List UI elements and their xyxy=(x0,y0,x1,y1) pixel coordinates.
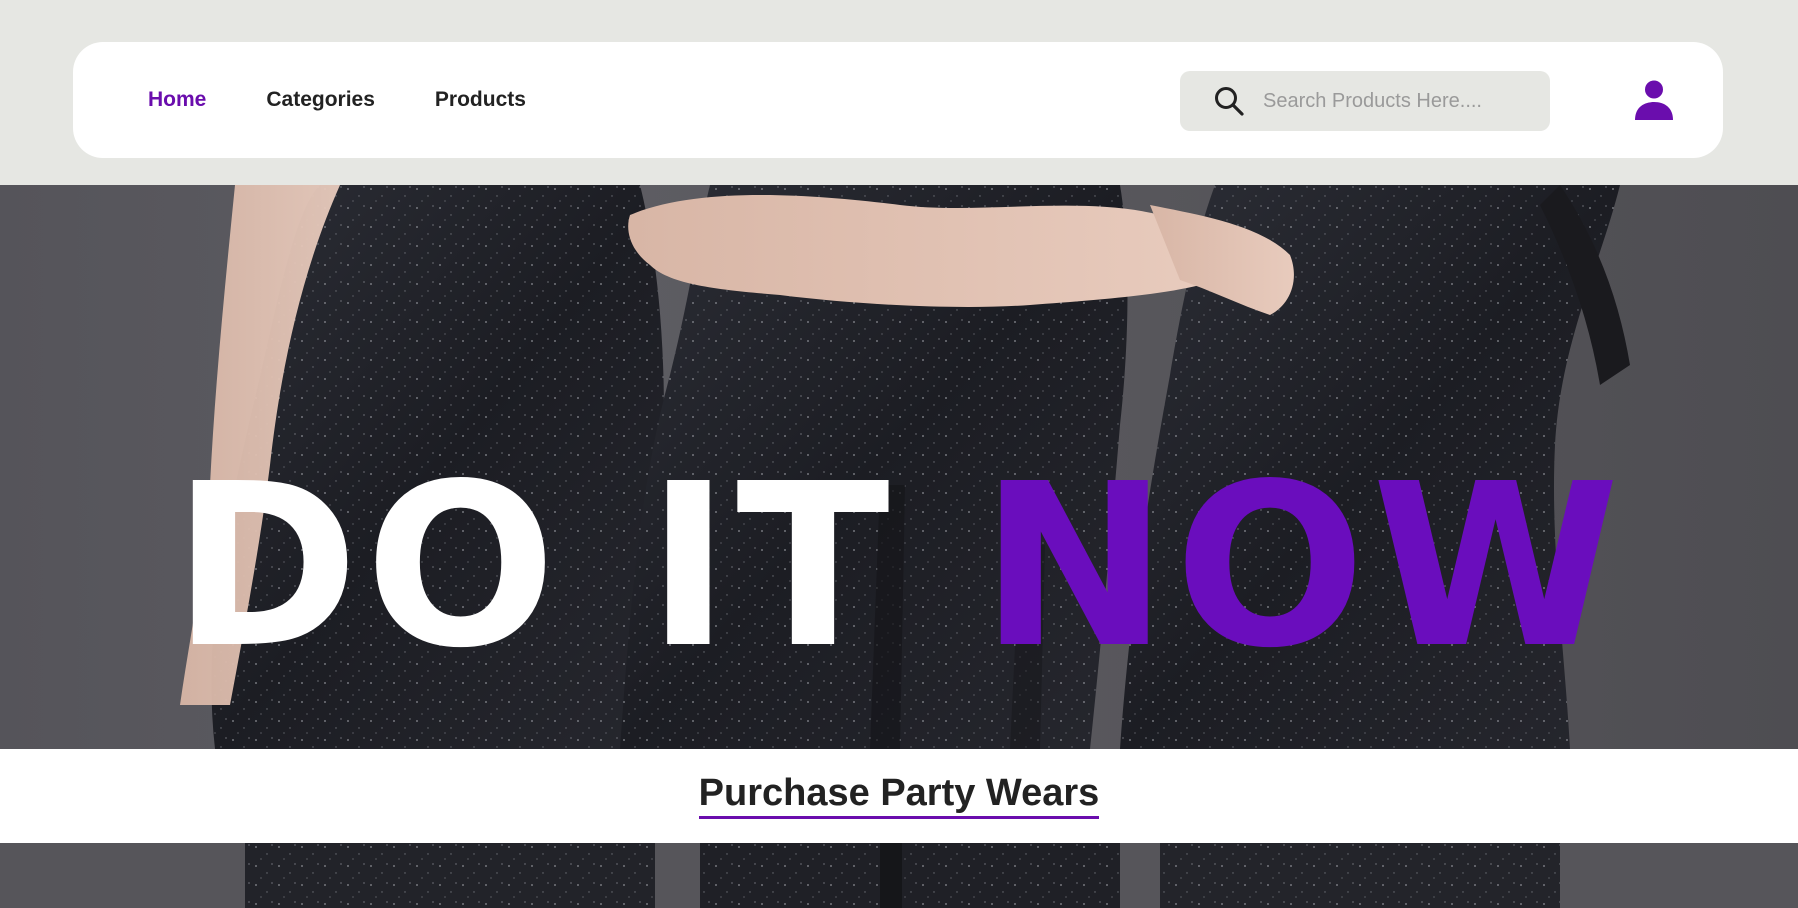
page: Home Categories Products Search Products… xyxy=(0,0,1798,908)
section-title[interactable]: Purchase Party Wears xyxy=(698,772,1100,820)
search-box[interactable] xyxy=(1180,71,1550,131)
hero-headline-purple: NOW xyxy=(980,436,1626,698)
hero-photo-lower-art xyxy=(245,843,1560,908)
hero-photo-lower xyxy=(0,843,1798,908)
hero-headline: DO IT NOW xyxy=(0,455,1798,680)
user-icon[interactable] xyxy=(1633,79,1675,121)
search-icon[interactable] xyxy=(1213,85,1245,117)
navbar: Home Categories Products xyxy=(73,42,1723,158)
hero-banner: DO IT NOW xyxy=(0,185,1798,749)
nav-link-products[interactable]: Products xyxy=(435,88,526,112)
hero-headline-white: DO IT xyxy=(172,436,981,698)
nav-link-home[interactable]: Home xyxy=(148,88,206,112)
search-input[interactable] xyxy=(1263,89,1523,113)
nav-link-categories[interactable]: Categories xyxy=(266,88,375,112)
header: Home Categories Products xyxy=(0,0,1798,185)
section-banner: Purchase Party Wears xyxy=(0,749,1798,843)
nav-links: Home Categories Products xyxy=(148,42,586,158)
